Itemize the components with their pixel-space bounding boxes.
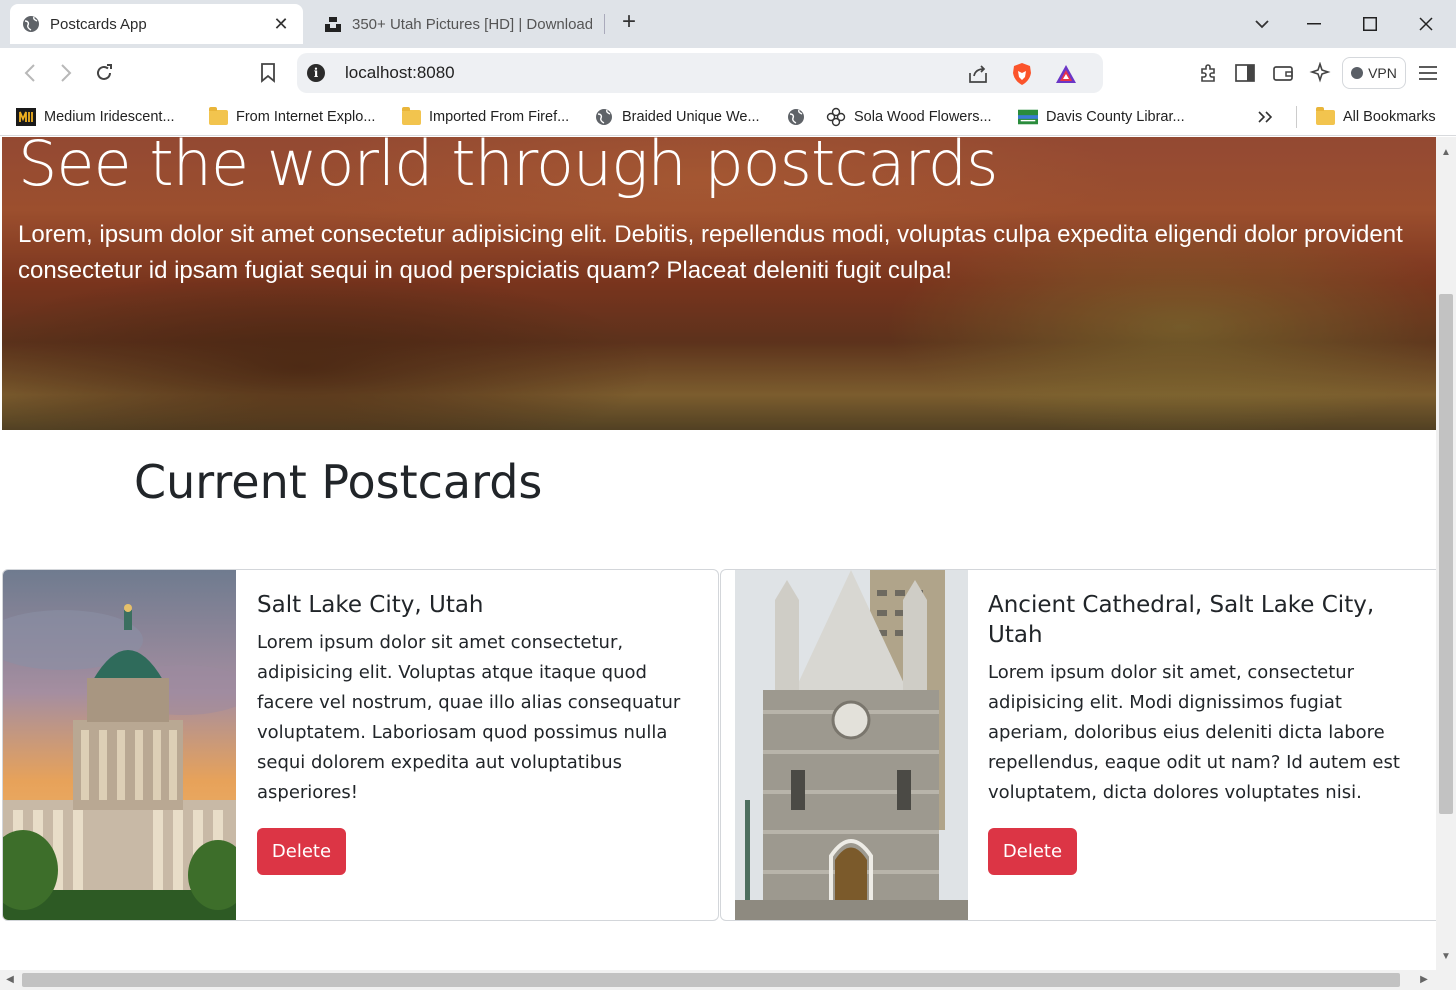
folder-icon: [401, 106, 421, 126]
folder-icon: [208, 106, 228, 126]
delete-button[interactable]: Delete: [257, 828, 346, 875]
postcard-title: Ancient Cathedral, Salt Lake City, Utah: [988, 592, 1375, 648]
scroll-right-arrow-icon[interactable]: ▶: [1418, 974, 1430, 986]
brave-shields-icon[interactable]: [1009, 61, 1035, 87]
sidebar-icon[interactable]: [1232, 60, 1258, 86]
bookmark-globe[interactable]: [786, 106, 814, 128]
new-tab-button[interactable]: +: [616, 10, 642, 36]
brave-rewards-icon[interactable]: [1053, 61, 1079, 87]
tab-search-chevron-icon[interactable]: [1234, 0, 1290, 48]
all-bookmarks-folder[interactable]: All Bookmarks: [1315, 106, 1436, 128]
address-bar[interactable]: i localhost:8080: [297, 53, 1103, 93]
site-info-icon[interactable]: i: [307, 64, 325, 82]
bookmark-internet-explorer-folder[interactable]: From Internet Explo...: [208, 106, 375, 128]
tab-utah-pictures[interactable]: 350+ Utah Pictures [HD] | Download: [312, 4, 604, 44]
folder-icon: [1315, 106, 1335, 126]
browser-toolbar: i localhost:8080 VPN: [0, 48, 1456, 98]
close-window-button[interactable]: [1398, 0, 1454, 48]
postcard-body: Ancient Cathedral, Salt Lake City, Utah …: [988, 590, 1408, 875]
tab-strip: Postcards App ✕ 350+ Utah Pictures [HD] …: [0, 0, 1456, 48]
globe-icon: [594, 108, 614, 126]
library-icon: [1018, 108, 1038, 126]
maximize-button[interactable]: [1342, 0, 1398, 48]
postcard-card: Ancient Cathedral, Salt Lake City, Utah …: [720, 569, 1450, 921]
url-text: localhost:8080: [345, 63, 455, 82]
scroll-up-arrow-icon[interactable]: ▲: [1440, 147, 1452, 159]
back-button[interactable]: [17, 60, 43, 86]
bookmarks-bar: Medium Iridescent... From Internet Explo…: [0, 98, 1456, 136]
unsplash-icon: [324, 15, 342, 33]
bookmark-braided[interactable]: Braided Unique We...: [594, 106, 760, 128]
leo-ai-icon[interactable]: [1307, 60, 1333, 86]
vertical-scroll-thumb[interactable]: [1439, 294, 1453, 814]
cathedral-image: [735, 570, 968, 920]
scroll-left-arrow-icon[interactable]: ◀: [4, 974, 16, 986]
share-icon[interactable]: [965, 61, 991, 87]
tab-title: Postcards App: [50, 15, 147, 33]
extensions-icon[interactable]: [1195, 60, 1221, 86]
hero-title: See the world through postcards: [18, 137, 998, 200]
bookmark-davis-county[interactable]: Davis County Librar...: [1018, 106, 1185, 128]
tab-divider: [604, 14, 605, 34]
tab-postcards-app[interactable]: Postcards App ✕: [10, 4, 303, 44]
bookmark-sola-wood[interactable]: Sola Wood Flowers...: [826, 106, 992, 128]
bookmark-icon[interactable]: [255, 60, 281, 86]
bookmarks-divider: [1296, 106, 1297, 128]
vpn-label: VPN: [1368, 65, 1397, 81]
hero-text: Lorem, ipsum dolor sit amet consectetur …: [18, 221, 1403, 284]
forward-button[interactable]: [53, 60, 79, 86]
vpn-status-icon: [1351, 67, 1364, 79]
postcard-text: Lorem ipsum dolor sit amet, consectetur …: [988, 662, 1400, 803]
medium-icon: [16, 108, 36, 126]
page-viewport: See the world through postcards Lorem, i…: [0, 137, 1456, 990]
postcard-title: Salt Lake City, Utah: [257, 592, 484, 618]
postcard-card: Salt Lake City, Utah Lorem ipsum dolor s…: [2, 569, 719, 921]
hero-banner: See the world through postcards Lorem, i…: [2, 137, 1436, 430]
scrollbar-corner: [1436, 970, 1456, 990]
tab-title: 350+ Utah Pictures [HD] | Download: [352, 15, 592, 33]
horizontal-scroll-thumb[interactable]: [22, 973, 1400, 987]
postcard-text: Lorem ipsum dolor sit amet consectetur, …: [257, 632, 681, 803]
vpn-button[interactable]: VPN: [1342, 57, 1406, 89]
vertical-scrollbar[interactable]: ▲ ▼: [1436, 137, 1456, 970]
flower-icon: [826, 107, 846, 127]
minimize-button[interactable]: [1286, 0, 1342, 48]
capitol-building-image: [3, 570, 236, 920]
bookmark-medium[interactable]: Medium Iridescent...: [16, 106, 175, 128]
scroll-down-arrow-icon[interactable]: ▼: [1440, 951, 1452, 963]
globe-icon: [22, 15, 40, 33]
bookmark-firefox-folder[interactable]: Imported From Firef...: [401, 106, 569, 128]
tab-close-icon[interactable]: ✕: [271, 14, 291, 34]
more-bookmarks-chevron-icon[interactable]: [1258, 106, 1272, 128]
section-title: Current Postcards: [134, 455, 543, 509]
menu-icon[interactable]: [1415, 60, 1441, 86]
horizontal-scrollbar[interactable]: ◀ ▶: [0, 970, 1436, 990]
globe-icon: [786, 108, 806, 126]
wallet-icon[interactable]: [1270, 60, 1296, 86]
delete-button[interactable]: Delete: [988, 828, 1077, 875]
reload-button[interactable]: [91, 60, 117, 86]
postcard-body: Salt Lake City, Utah Lorem ipsum dolor s…: [257, 590, 697, 875]
